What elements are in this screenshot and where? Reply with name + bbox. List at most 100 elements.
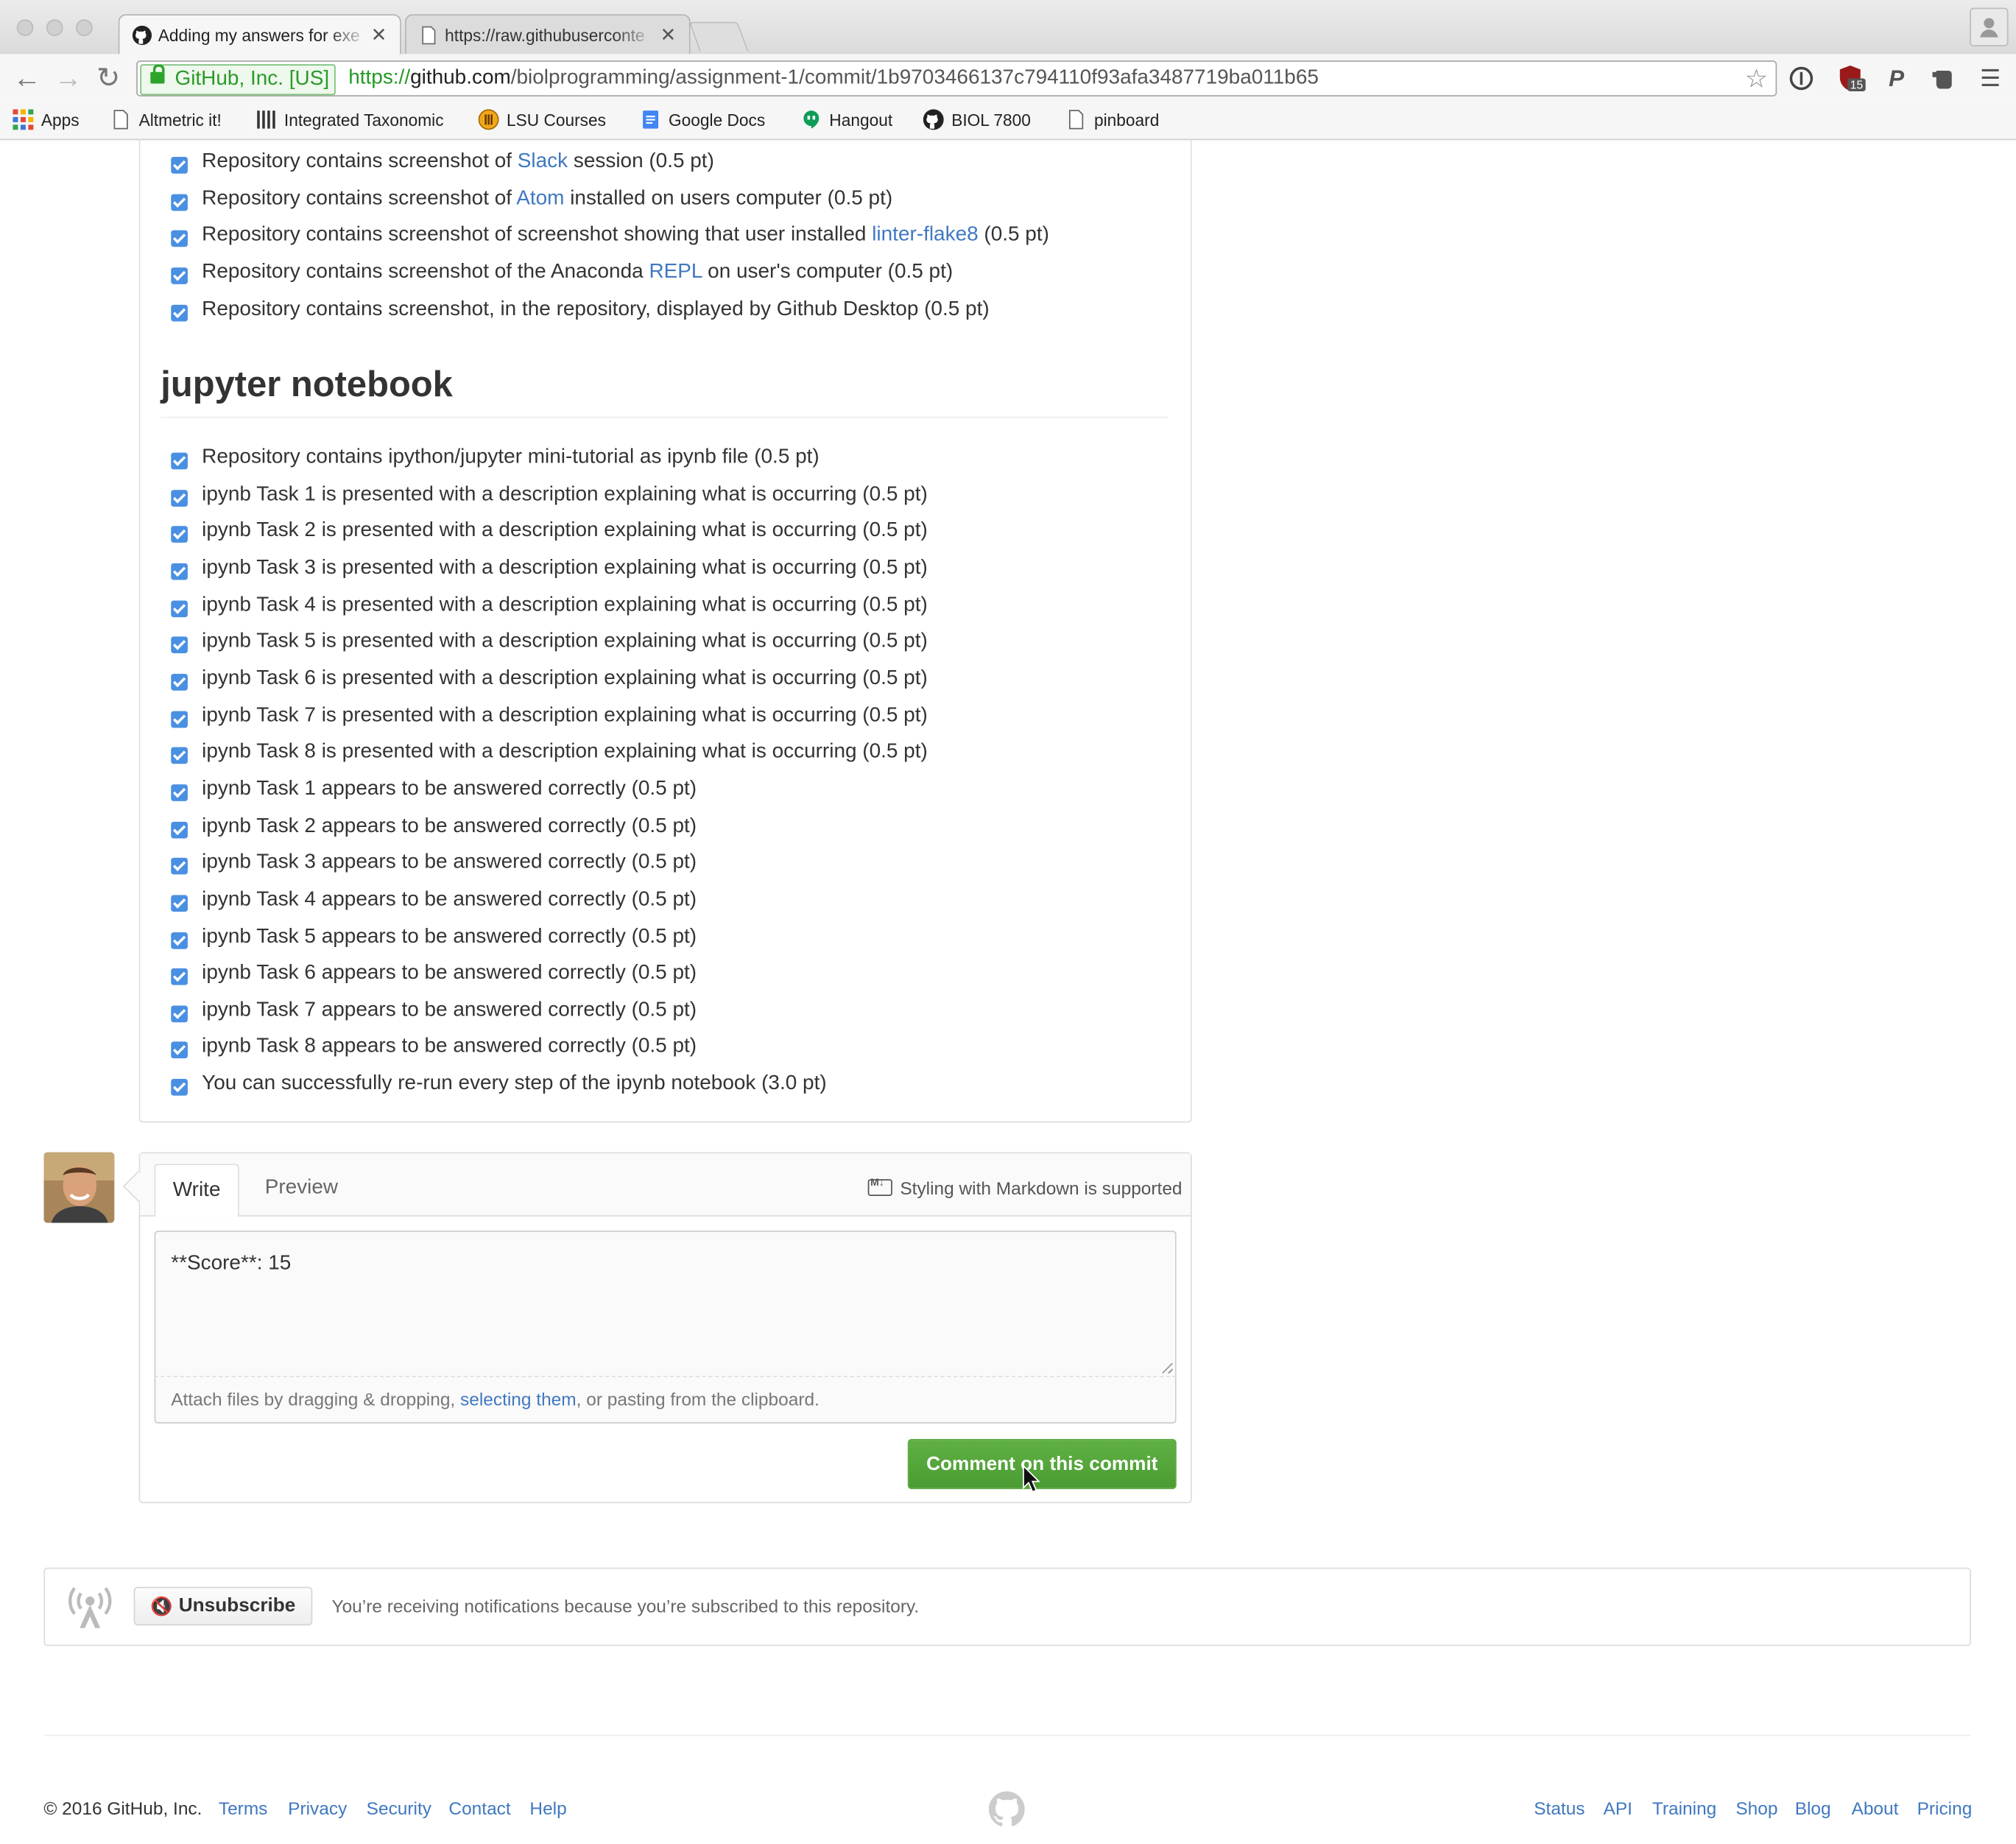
checkbox-checked[interactable]	[171, 821, 188, 839]
comment-textarea[interactable]: **Score**: 15	[154, 1231, 1177, 1378]
checkbox-checked[interactable]	[171, 857, 188, 875]
tab-title: Adding my answers for exe	[158, 25, 360, 46]
checkbox-checked[interactable]	[171, 194, 188, 211]
address-bar[interactable]: GitHub, Inc. [US] https://github.com/bio…	[136, 60, 1777, 96]
repl-link[interactable]: REPL	[649, 261, 702, 283]
avatar[interactable]	[43, 1152, 115, 1223]
zoom-window-button[interactable]	[76, 19, 93, 36]
close-tab-icon[interactable]: ✕	[371, 23, 387, 46]
itis-icon	[257, 110, 275, 129]
ublock-badge: 15	[1847, 78, 1866, 91]
checklist-text: ipynb Task 7 is presented with a descrip…	[202, 704, 928, 727]
checkbox-checked[interactable]	[171, 563, 188, 580]
bookmark-star-icon[interactable]: ☆	[1745, 63, 1768, 96]
checklist-text: ipynb Task 2 is presented with a descrip…	[202, 519, 928, 542]
bookmark-hangout[interactable]: Hangout	[801, 109, 892, 130]
select-files-link[interactable]: selecting them	[460, 1389, 577, 1410]
footer-link-security[interactable]: Security	[367, 1798, 431, 1818]
checkbox-checked[interactable]	[171, 784, 188, 801]
tab-write[interactable]: Write	[154, 1164, 239, 1217]
checkbox-checked[interactable]	[171, 304, 188, 322]
tab-github-commit[interactable]: Adding my answers for exe ✕	[118, 14, 401, 54]
checkbox-checked[interactable]	[171, 674, 188, 691]
slack-link[interactable]: Slack	[518, 150, 568, 172]
linter-flake8-link[interactable]: linter-flake8	[872, 224, 978, 246]
ev-certificate-badge[interactable]: GitHub, Inc. [US]	[140, 64, 336, 96]
atom-link[interactable]: Atom	[516, 188, 564, 210]
footer-link-training[interactable]: Training	[1652, 1798, 1716, 1818]
checklist-text: on user's computer (0.5 pt)	[702, 261, 954, 284]
broadcast-icon	[68, 1587, 112, 1628]
evernote-icon[interactable]	[1928, 64, 1956, 92]
file-attach-zone[interactable]: Attach files by dragging & dropping, sel…	[154, 1377, 1177, 1424]
comment-on-commit-button[interactable]: Comment on this commit	[907, 1438, 1177, 1490]
bookmark-google-docs[interactable]: Google Docs	[641, 109, 765, 130]
reload-icon[interactable]: ↻	[96, 62, 120, 95]
bookmark-lsu[interactable]: LSU Courses	[478, 109, 607, 130]
checkbox-checked[interactable]	[171, 490, 188, 507]
footer-link-about[interactable]: About	[1852, 1798, 1899, 1818]
bookmark-biol7800[interactable]: BIOL 7800	[923, 109, 1031, 130]
footer-link-pricing[interactable]: Pricing	[1917, 1798, 1973, 1818]
checkbox-checked[interactable]	[171, 1079, 188, 1096]
heading-divider	[161, 416, 1169, 418]
bookmark-altmetric[interactable]: Altmetric it!	[110, 109, 222, 130]
footer-link-shop[interactable]: Shop	[1735, 1798, 1777, 1818]
footer-link-blog[interactable]: Blog	[1795, 1798, 1831, 1818]
new-tab-button[interactable]	[688, 21, 749, 52]
markdown-note-text: Styling with Markdown is supported	[900, 1178, 1183, 1199]
footer-link-privacy[interactable]: Privacy	[288, 1798, 347, 1818]
checkbox-checked[interactable]	[171, 452, 188, 470]
checkbox-checked[interactable]	[171, 526, 188, 543]
checklist-text: ipynb Task 8 appears to be answered corr…	[202, 1035, 697, 1058]
checkbox-checked[interactable]	[171, 1005, 188, 1023]
github-mark-icon[interactable]	[988, 1791, 1025, 1827]
checkbox-checked[interactable]	[171, 230, 188, 247]
markdown-help-link[interactable]: Styling with Markdown is supported	[867, 1177, 1183, 1199]
checkbox-checked[interactable]	[171, 711, 188, 728]
page-icon	[422, 26, 436, 45]
footer-link-api[interactable]: API	[1604, 1798, 1632, 1818]
resize-handle[interactable]	[1162, 1362, 1173, 1373]
footer-link-contact[interactable]: Contact	[448, 1798, 510, 1818]
checkbox-checked[interactable]	[171, 636, 188, 654]
checkbox-checked[interactable]	[171, 600, 188, 618]
onepassword-icon[interactable]	[1787, 64, 1815, 92]
footer-link-status[interactable]: Status	[1534, 1798, 1585, 1818]
checklist-text: ipynb Task 5 appears to be answered corr…	[202, 926, 697, 948]
checkbox-checked[interactable]	[171, 157, 188, 174]
paypal-icon[interactable]: P	[1882, 64, 1910, 92]
bookmark-label: BIOL 7800	[951, 110, 1031, 130]
checkbox-checked[interactable]	[171, 895, 188, 912]
minimize-window-button[interactable]	[46, 19, 63, 36]
bookmark-label: LSU Courses	[507, 110, 607, 130]
close-window-button[interactable]	[16, 19, 34, 36]
bookmark-label: Apps	[40, 110, 80, 130]
checkbox-checked[interactable]	[171, 747, 188, 764]
footer-link-terms[interactable]: Terms	[219, 1798, 268, 1818]
bookmark-itis[interactable]: Integrated Taxonomic	[255, 109, 456, 130]
checkbox-checked[interactable]	[171, 267, 188, 284]
checkbox-checked[interactable]	[171, 1041, 188, 1059]
checkbox-checked[interactable]	[171, 932, 188, 949]
tab-raw-githubusercontent[interactable]: https://raw.githubuserconte ✕	[405, 14, 691, 54]
comment-text: **Score**: 15	[171, 1252, 292, 1275]
checklist-text: ipynb Task 1 is presented with a descrip…	[202, 483, 928, 506]
footer-link-help[interactable]: Help	[529, 1798, 566, 1818]
forward-arrow-icon[interactable]: →	[54, 62, 82, 95]
checklist-text: ipynb Task 2 appears to be answered corr…	[202, 815, 697, 837]
bookmark-apps[interactable]: Apps	[13, 109, 80, 130]
section-heading: jupyter notebook	[161, 364, 453, 404]
back-arrow-icon[interactable]: ←	[13, 62, 40, 95]
bookmark-pinboard[interactable]: pinboard	[1066, 109, 1159, 130]
tab-preview[interactable]: Preview	[265, 1177, 338, 1200]
checklist-text: ipynb Task 4 appears to be answered corr…	[202, 888, 697, 911]
close-tab-icon[interactable]: ✕	[660, 23, 677, 46]
chrome-menu-icon[interactable]: ☰	[1976, 64, 2004, 92]
browser-window: Adding my answers for exe ✕ https://raw.…	[0, 0, 2016, 1844]
checkbox-checked[interactable]	[171, 968, 188, 985]
unsubscribe-button[interactable]: 🔇 Unsubscribe	[133, 1586, 313, 1626]
profile-icon[interactable]	[1970, 7, 2009, 46]
page-icon	[1068, 110, 1084, 130]
ublock-icon[interactable]: 15	[1836, 64, 1866, 92]
